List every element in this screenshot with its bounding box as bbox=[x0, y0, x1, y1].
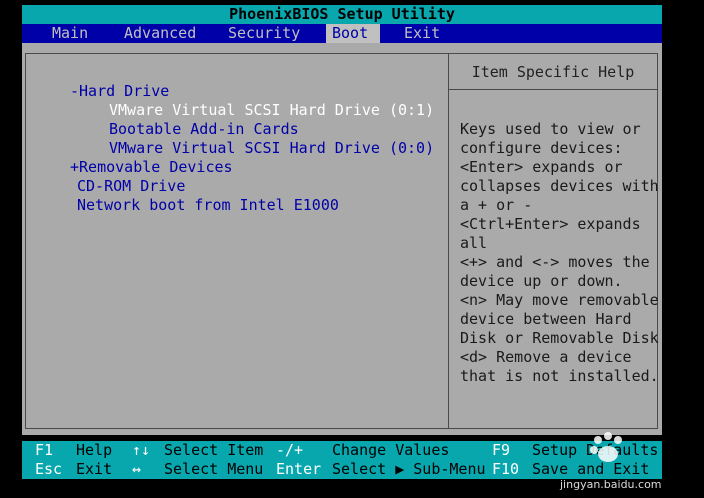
watermark-url: jingyan.baidu.com bbox=[560, 478, 662, 491]
main-area: -Hard Drive VMware Virtual SCSI Hard Dri… bbox=[22, 43, 662, 435]
tab-advanced[interactable]: Advanced bbox=[118, 24, 202, 43]
key-f9: F9 bbox=[492, 441, 511, 459]
help-line: that is not installed. bbox=[460, 367, 659, 385]
key-f1-desc: Help bbox=[76, 441, 113, 459]
key-up-down: ↑↓ bbox=[132, 441, 151, 459]
key-esc-desc: Exit bbox=[76, 460, 113, 478]
status-bar: F1 Help ↑↓ Select Item -/+ Change Values… bbox=[22, 441, 662, 479]
key-minus-plus: -/+ bbox=[276, 441, 304, 459]
boot-item-vmware-scsi-0-1[interactable]: VMware Virtual SCSI Hard Drive (0:1) bbox=[109, 101, 434, 120]
key-enter-desc: Select ▶ Sub-Menu bbox=[332, 460, 486, 478]
tab-security[interactable]: Security bbox=[222, 24, 306, 43]
help-line: all bbox=[460, 234, 488, 252]
key-f1: F1 bbox=[35, 441, 54, 459]
help-line: <+> and <-> moves the bbox=[460, 253, 650, 271]
bios-screen: PhoenixBIOS Setup Utility Main Advanced … bbox=[0, 0, 704, 498]
help-line: a + or - bbox=[460, 196, 533, 214]
menu-bar: Main Advanced Security Boot Exit bbox=[22, 24, 662, 43]
help-title: Item Specific Help bbox=[449, 54, 657, 90]
boot-order-panel: -Hard Drive VMware Virtual SCSI Hard Dri… bbox=[25, 53, 448, 429]
help-panel: Item Specific Help Keys used to view or … bbox=[448, 53, 659, 429]
tab-main[interactable]: Main bbox=[46, 24, 94, 43]
key-up-down-desc: Select Item bbox=[164, 441, 264, 459]
key-f10-desc: Save and Exit bbox=[532, 460, 650, 478]
key-f9-desc: Setup Defaults bbox=[532, 441, 659, 459]
key-esc: Esc bbox=[35, 460, 63, 478]
tab-exit[interactable]: Exit bbox=[398, 24, 446, 43]
help-line: <n> May move removable bbox=[460, 291, 659, 309]
boot-item-addin-cards[interactable]: Bootable Add-in Cards bbox=[109, 120, 299, 139]
help-line: <d> Remove a device bbox=[460, 348, 632, 366]
boot-item-network-boot[interactable]: Network boot from Intel E1000 bbox=[77, 196, 339, 215]
help-line: <Ctrl+Enter> expands bbox=[460, 215, 641, 233]
key-minus-plus-desc: Change Values bbox=[332, 441, 450, 459]
help-line: configure devices: bbox=[460, 139, 623, 157]
help-line: device up or down. bbox=[460, 272, 623, 290]
boot-item-hard-drive[interactable]: -Hard Drive bbox=[70, 82, 169, 101]
help-line: collapses devices with bbox=[460, 177, 659, 195]
boot-item-removable-devices[interactable]: +Removable Devices bbox=[70, 158, 233, 177]
key-f10: F10 bbox=[492, 460, 520, 478]
key-left-right: ↔ bbox=[132, 460, 142, 478]
key-enter: Enter bbox=[276, 460, 322, 478]
window-title: PhoenixBIOS Setup Utility bbox=[22, 5, 662, 24]
help-line: Keys used to view or bbox=[460, 120, 641, 138]
help-line: device between Hard bbox=[460, 310, 632, 328]
boot-item-vmware-scsi-0-0[interactable]: VMware Virtual SCSI Hard Drive (0:0) bbox=[109, 139, 434, 158]
help-line: Disk or Removable Disk bbox=[460, 329, 659, 347]
key-left-right-desc: Select Menu bbox=[164, 460, 264, 478]
tab-boot[interactable]: Boot bbox=[326, 24, 380, 43]
help-line: <Enter> expands or bbox=[460, 158, 623, 176]
boot-item-cdrom[interactable]: CD-ROM Drive bbox=[77, 177, 185, 196]
